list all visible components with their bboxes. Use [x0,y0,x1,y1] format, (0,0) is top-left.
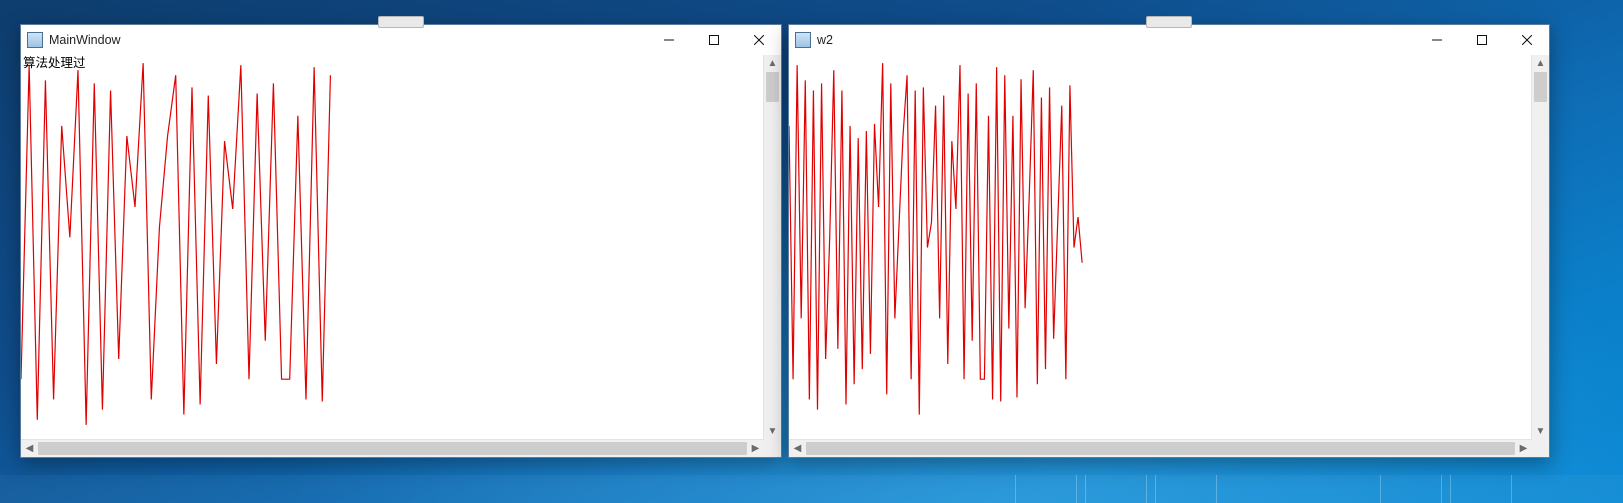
chart-canvas[interactable] [789,55,1532,440]
taskbar-item[interactable] [1015,475,1077,503]
corner-label: 算法处理过 [21,55,88,71]
maximize-button[interactable] [1459,25,1504,55]
hscroll-track[interactable] [806,440,1515,457]
maximize-icon [1477,35,1487,45]
minimize-icon [664,35,674,45]
chart-line [21,63,330,425]
window-secondary: w2 ▲ [788,24,1550,458]
chart-line [789,63,1082,415]
scroll-left-arrow-icon[interactable]: ◀ [789,440,806,457]
titlebar[interactable]: w2 [789,25,1549,55]
client-area: ▲ ▼ ◀ ▶ [789,55,1549,457]
horizontal-scrollbar[interactable]: ◀ ▶ [21,439,764,457]
close-icon [754,35,764,45]
scroll-up-arrow-icon[interactable]: ▲ [764,55,781,72]
window-controls [1414,25,1549,55]
scrollbar-corner [1532,440,1549,457]
vscroll-thumb[interactable] [766,72,779,102]
taskbar-item[interactable] [1085,475,1147,503]
dock-handle[interactable] [378,16,424,28]
taskbar-item[interactable] [1450,475,1512,503]
minimize-button[interactable] [646,25,691,55]
vertical-scrollbar[interactable]: ▲ ▼ [1531,55,1549,440]
taskbar[interactable] [0,475,1623,503]
horizontal-scrollbar[interactable]: ◀ ▶ [789,439,1532,457]
app-icon [795,32,811,48]
scroll-up-arrow-icon[interactable]: ▲ [1532,55,1549,72]
scroll-down-arrow-icon[interactable]: ▼ [764,423,781,440]
window-main: MainWindow 算法处理过 ▲ [20,24,782,458]
chart-svg [21,55,764,440]
vscroll-track[interactable] [764,72,781,423]
vertical-scrollbar[interactable]: ▲ ▼ [763,55,781,440]
taskbar-item[interactable] [1155,475,1217,503]
scroll-down-arrow-icon[interactable]: ▼ [1532,423,1549,440]
maximize-icon [709,35,719,45]
scroll-left-arrow-icon[interactable]: ◀ [21,440,38,457]
close-button[interactable] [736,25,781,55]
minimize-icon [1432,35,1442,45]
close-button[interactable] [1504,25,1549,55]
scroll-right-arrow-icon[interactable]: ▶ [1515,440,1532,457]
window-controls [646,25,781,55]
titlebar[interactable]: MainWindow [21,25,781,55]
desktop-background: MainWindow 算法处理过 ▲ [0,0,1623,503]
client-area: 算法处理过 ▲ ▼ ◀ ▶ [21,55,781,457]
hscroll-thumb[interactable] [806,442,1515,455]
vscroll-thumb[interactable] [1534,72,1547,102]
dock-handle[interactable] [1146,16,1192,28]
scroll-right-arrow-icon[interactable]: ▶ [747,440,764,457]
hscroll-track[interactable] [38,440,747,457]
window-title: MainWindow [49,33,121,47]
close-icon [1522,35,1532,45]
chart-svg [789,55,1532,440]
hscroll-thumb[interactable] [38,442,747,455]
taskbar-item[interactable] [1380,475,1442,503]
window-title: w2 [817,33,833,47]
app-icon [27,32,43,48]
scrollbar-corner [764,440,781,457]
chart-canvas[interactable]: 算法处理过 [21,55,764,440]
maximize-button[interactable] [691,25,736,55]
vscroll-track[interactable] [1532,72,1549,423]
minimize-button[interactable] [1414,25,1459,55]
